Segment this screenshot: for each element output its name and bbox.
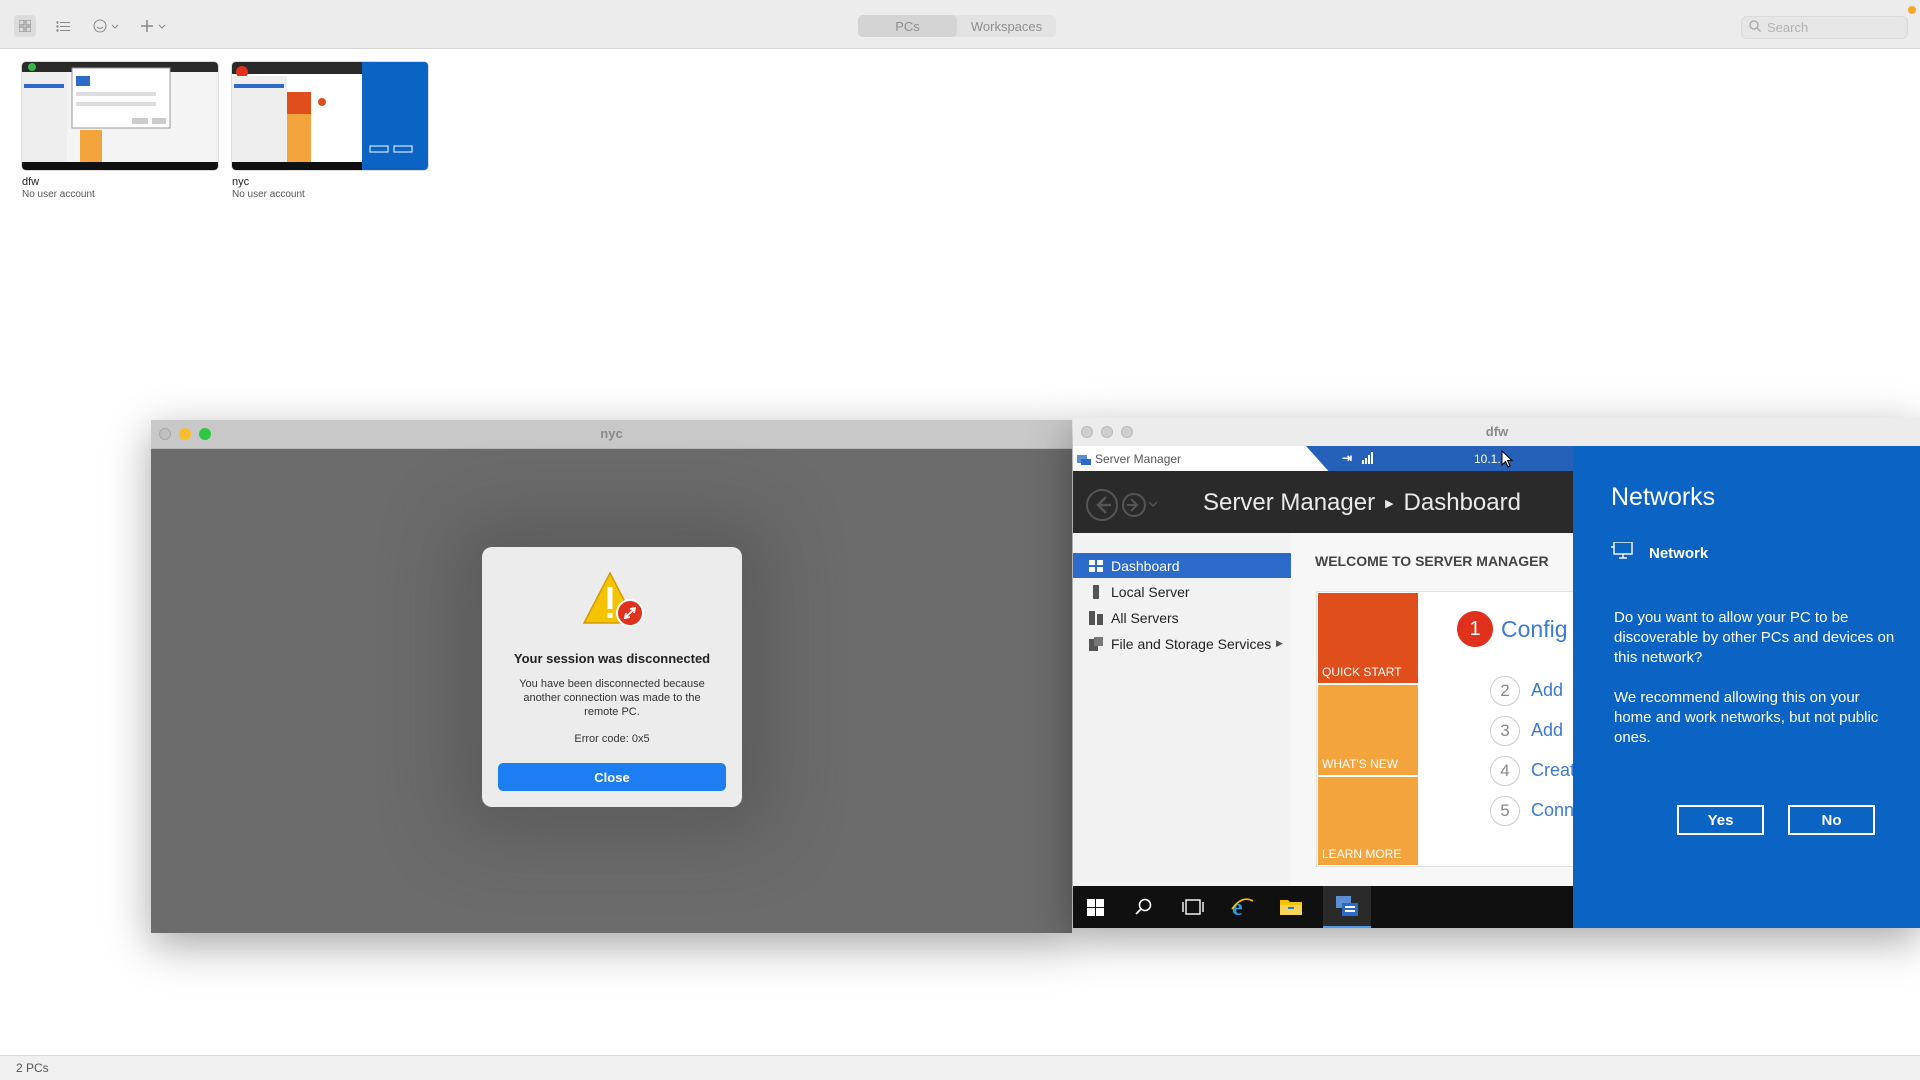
sidebar-item-dashboard[interactable]: Dashboard xyxy=(1073,553,1291,578)
server-icon xyxy=(1091,584,1101,599)
discoverable-question: Do you want to allow your PC to be disco… xyxy=(1614,609,1895,666)
sidebar-item-label: File and Storage Services xyxy=(1111,635,1272,652)
breadcrumb: Server Manager ▶ Dashboard xyxy=(1203,489,1521,517)
step-number-1: 1 xyxy=(1457,611,1493,647)
search-icon xyxy=(1749,20,1761,35)
chevron-right-icon[interactable]: ▶ xyxy=(1276,638,1283,649)
windows-start-icon[interactable] xyxy=(1087,899,1104,921)
dfw-window-title: dfw xyxy=(1485,424,1509,439)
toolbar: PCs Workspaces Search xyxy=(0,0,1920,49)
warning-icon xyxy=(582,571,648,631)
search-input[interactable]: Search xyxy=(1741,16,1908,39)
sidebar-item-label: Local Server xyxy=(1111,583,1190,600)
step-number-3: 3 xyxy=(1490,716,1520,746)
pc-thumbnail-nyc[interactable] xyxy=(232,62,428,170)
file-explorer-icon[interactable] xyxy=(1280,897,1302,920)
notification-dot xyxy=(1908,6,1916,14)
breadcrumb-separator-icon: ▶ xyxy=(1385,497,1394,510)
step-number-2: 2 xyxy=(1490,676,1520,706)
breadcrumb-root[interactable]: Server Manager xyxy=(1203,489,1375,517)
servers-icon xyxy=(1089,610,1103,625)
sidebar-item-label: Dashboard xyxy=(1111,557,1180,574)
view-segmented-control: PCs Workspaces xyxy=(858,15,1056,37)
disconnect-dialog: Your session was disconnected You have b… xyxy=(482,547,742,807)
mouse-cursor-icon xyxy=(1501,449,1514,473)
step-label-1[interactable]: Config xyxy=(1501,616,1567,643)
task-view-icon[interactable] xyxy=(1182,899,1204,920)
tile-label: QUICK START xyxy=(1322,665,1402,679)
server-manager-sidebar: Dashboard Local Server All Servers File … xyxy=(1073,533,1292,886)
back-arrow-icon[interactable] xyxy=(1085,488,1119,527)
sidebar-item-local-server[interactable]: Local Server xyxy=(1073,579,1291,604)
tab-pcs[interactable]: PCs xyxy=(858,15,957,37)
networks-heading: Networks xyxy=(1611,483,1716,511)
pc-name-dfw: dfw xyxy=(22,176,40,188)
tile-label: LEARN MORE xyxy=(1322,847,1402,861)
sidebar-item-label: All Servers xyxy=(1111,609,1179,626)
no-button[interactable]: No xyxy=(1788,805,1875,835)
step-label-2[interactable]: Add xyxy=(1531,680,1563,701)
learn-more-tile[interactable]: LEARN MORE xyxy=(1318,777,1418,865)
smiley-menu-icon[interactable] xyxy=(91,15,123,37)
signal-strength-icon xyxy=(1362,452,1374,467)
dialog-title: Your session was disconnected xyxy=(513,651,711,666)
welcome-heading: WELCOME TO SERVER MANAGER xyxy=(1315,553,1549,569)
rdp-address: 10.1. xyxy=(1474,452,1501,466)
storage-icon xyxy=(1089,636,1103,651)
step-label-4[interactable]: Creat xyxy=(1531,760,1575,781)
breadcrumb-current: Dashboard xyxy=(1403,489,1521,516)
quick-start-tile[interactable]: QUICK START xyxy=(1318,593,1418,683)
nyc-window-title: nyc xyxy=(600,426,623,441)
dialog-message: You have been disconnected because anoth… xyxy=(519,678,705,718)
plus-menu-icon[interactable] xyxy=(138,15,170,37)
server-manager-main: WELCOME TO SERVER MANAGER QUICK START WH… xyxy=(1291,533,1575,886)
recommendation-text: We recommend allowing this on your home … xyxy=(1614,689,1879,746)
pc-count: 2 PCs xyxy=(16,1061,49,1075)
network-monitor-icon xyxy=(1611,541,1633,565)
forward-arrow-icon[interactable] xyxy=(1121,492,1161,523)
grid-view-icon[interactable] xyxy=(14,15,36,37)
step-label-5[interactable]: Conn xyxy=(1531,800,1574,821)
tab-workspaces[interactable]: Workspaces xyxy=(957,15,1056,37)
step-number-4: 4 xyxy=(1490,756,1520,786)
step-label-3[interactable]: Add xyxy=(1531,720,1563,741)
sidebar-item-all-servers[interactable]: All Servers xyxy=(1073,605,1291,630)
status-bar: 2 PCs xyxy=(0,1055,1920,1080)
pc-thumbnail-dfw[interactable] xyxy=(22,62,218,170)
pin-icon[interactable]: ⇥ xyxy=(1342,451,1352,465)
list-view-icon[interactable] xyxy=(52,15,74,37)
nyc-titlebar[interactable]: nyc xyxy=(151,420,1072,449)
server-manager-app-icon xyxy=(1077,452,1091,465)
network-name[interactable]: Network xyxy=(1649,545,1708,562)
tile-label: WHAT'S NEW xyxy=(1322,757,1399,771)
networks-flyout: Networks Network Do you want to allow yo… xyxy=(1573,446,1920,928)
search-icon[interactable] xyxy=(1135,898,1153,921)
step-number-5: 5 xyxy=(1490,796,1520,826)
search-placeholder: Search xyxy=(1767,20,1809,35)
sidebar-item-file-storage[interactable]: File and Storage Services ▶ xyxy=(1073,631,1291,656)
windows-taskbar: e xyxy=(1073,886,1573,928)
close-button[interactable]: Close xyxy=(498,763,726,791)
internet-explorer-icon[interactable]: e xyxy=(1230,895,1254,924)
yes-button[interactable]: Yes xyxy=(1677,805,1764,835)
whats-new-tile[interactable]: WHAT'S NEW xyxy=(1318,685,1418,775)
dashboard-icon xyxy=(1089,559,1103,572)
server-manager-titlebar-label: Server Manager xyxy=(1095,452,1182,466)
server-manager-header: Server Manager ▶ Dashboard xyxy=(1073,471,1573,533)
dialog-error-code: Error code: 0x5 xyxy=(574,733,650,745)
pc-account-dfw: No user account xyxy=(22,189,95,200)
pc-name-nyc: nyc xyxy=(232,176,250,188)
dfw-titlebar[interactable]: dfw xyxy=(1073,418,1920,447)
pc-account-nyc: No user account xyxy=(232,189,305,200)
server-manager-taskbar-icon[interactable] xyxy=(1323,886,1371,928)
